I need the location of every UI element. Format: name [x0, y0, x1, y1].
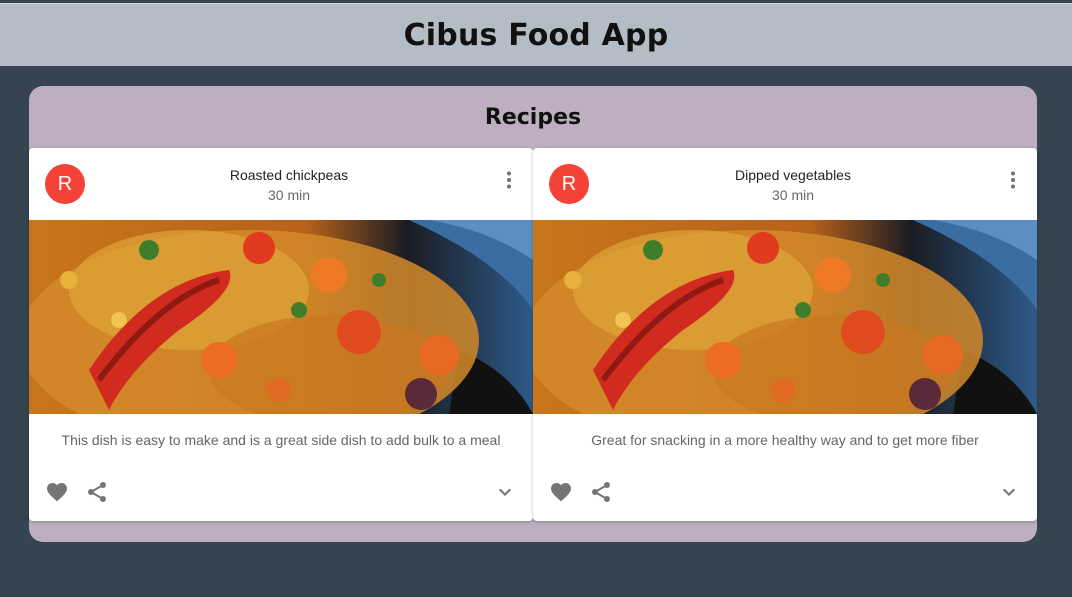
panel-title: Recipes — [484, 104, 582, 130]
more-options-button[interactable] — [1001, 168, 1025, 192]
card-title: Roasted chickpeas — [229, 167, 349, 183]
card-subheader: 30 min — [771, 187, 815, 203]
card-title: Dipped vegetables — [735, 167, 851, 183]
expand-button[interactable] — [493, 480, 517, 504]
card-description: Great for snacking in a more healthy way… — [591, 432, 979, 448]
chevron-down-icon — [499, 488, 511, 496]
recipe-card: R Dipped vegetables 30 min Great for sna… — [533, 148, 1037, 521]
recipe-image — [533, 220, 1037, 414]
recipe-image — [29, 220, 533, 414]
app-header: Cibus Food App — [0, 3, 1072, 66]
app-title: Cibus Food App — [403, 17, 669, 53]
card-header: R Dipped vegetables 30 min — [533, 148, 1037, 220]
heart-icon — [47, 483, 67, 502]
favorite-button[interactable] — [549, 480, 573, 504]
share-button[interactable] — [85, 480, 109, 504]
chevron-down-icon — [1003, 488, 1015, 496]
more-vert-icon — [1011, 171, 1015, 189]
avatar: R — [45, 164, 85, 204]
card-title-block: Dipped vegetables 30 min — [605, 165, 981, 205]
expand-button[interactable] — [997, 480, 1021, 504]
share-button[interactable] — [589, 480, 613, 504]
recipes-panel: Recipes R Roasted chickpeas 30 min This … — [29, 86, 1037, 542]
card-subheader: 30 min — [267, 187, 311, 203]
card-description: This dish is easy to make and is a great… — [61, 432, 501, 448]
favorite-button[interactable] — [45, 480, 69, 504]
share-icon — [88, 482, 106, 502]
recipe-card: R Roasted chickpeas 30 min This dish is … — [29, 148, 533, 521]
share-icon — [592, 482, 610, 502]
more-vert-icon — [507, 171, 511, 189]
avatar: R — [549, 164, 589, 204]
heart-icon — [551, 483, 571, 502]
card-title-block: Roasted chickpeas 30 min — [101, 165, 477, 205]
card-header: R Roasted chickpeas 30 min — [29, 148, 533, 220]
more-options-button[interactable] — [497, 168, 521, 192]
